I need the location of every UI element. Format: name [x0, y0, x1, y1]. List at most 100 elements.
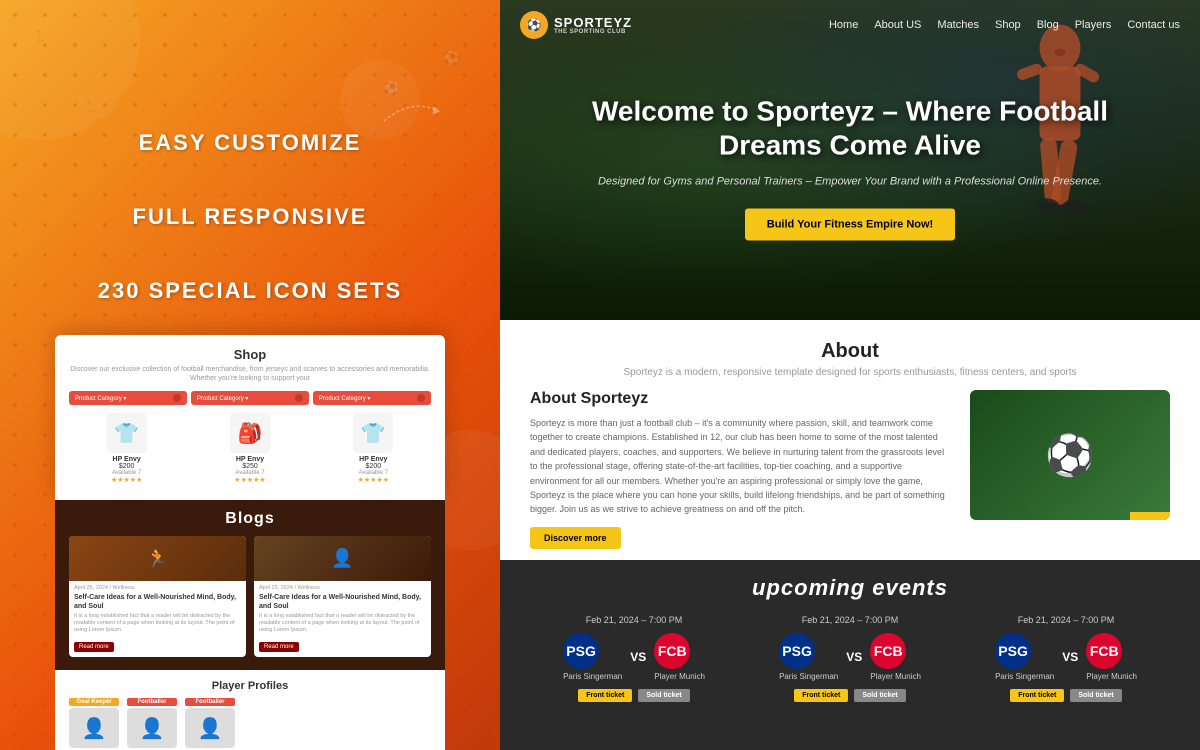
- product-price-1: $200: [69, 463, 184, 470]
- nav-about[interactable]: About US: [874, 19, 921, 31]
- about-section: About Sporteyz is a modern, responsive t…: [500, 320, 1200, 560]
- shop-desc: Discover our exclusive collection of foo…: [69, 365, 431, 383]
- blog-card-text-1: It is a long established fact that a rea…: [74, 613, 241, 634]
- blog-card-text-2: It is a long established fact that a rea…: [259, 613, 426, 634]
- sold-ticket-btn-2[interactable]: Sold ticket: [854, 689, 905, 702]
- left-panel: 🏃 ⚽ 🏃 ⚽ EASY CUSTOMIZE FULL RESPONSIVE 2…: [0, 0, 500, 750]
- event-match-2: PSG Paris Singerman VS FCB Player Munich: [750, 633, 950, 681]
- logo: ⚽ SPORTEYZ THE SPORTING CLUB: [520, 11, 632, 39]
- blog-card-body-2: April 25, 2024 / Wellness Self-Care Idea…: [254, 581, 431, 657]
- logo-icon: ⚽: [520, 11, 548, 39]
- event-tickets-1: Front ticket Sold ticket: [534, 689, 734, 702]
- shop-filter-1[interactable]: Product Category ▾: [69, 391, 187, 405]
- filter-dot: [173, 394, 181, 402]
- list-item: Feb 21, 2024 – 7:00 PM PSG Paris Singerm…: [750, 615, 950, 702]
- event-match-1: PSG Paris Singerman VS FCB Player Munich: [534, 633, 734, 681]
- deco-arrow: [380, 90, 440, 130]
- about-section-sub: Sporteyz is a modern, responsive templat…: [530, 367, 1170, 378]
- blog-cards: 🏃 April 25, 2024 / Wellness Self-Care Id…: [69, 536, 431, 657]
- blog-card-title-2: Self-Care Ideas for a Well-Nourished Min…: [259, 593, 426, 611]
- player-label-2: Footballer: [127, 698, 177, 706]
- player-avatar-3: 👤: [185, 708, 235, 748]
- nav-players[interactable]: Players: [1075, 19, 1112, 31]
- product-image-1: 👕: [107, 413, 147, 453]
- events-section: upcoming events Feb 21, 2024 – 7:00 PM P…: [500, 560, 1200, 750]
- event-match-3: PSG Paris Singerman VS FCB Player Munich: [966, 633, 1166, 681]
- about-text: About Sporteyz Sporteyz is more than jus…: [530, 390, 950, 549]
- blog-title: Blogs: [69, 510, 431, 528]
- team-badge-bay-2: FCB: [870, 633, 906, 669]
- team-name-psg-3: Paris Singerman: [995, 672, 1054, 681]
- feature-icon-sets: 230 SPECIAL ICON SETS: [98, 278, 402, 304]
- team-name-bay-3: Player Munich: [1086, 672, 1137, 681]
- logo-text: SPORTEYZ THE SPORTING CLUB: [554, 16, 632, 35]
- blog-read-more-1[interactable]: Read more: [74, 642, 114, 652]
- vs-text-1: VS: [630, 650, 646, 664]
- blog-header: Blogs: [69, 510, 431, 528]
- blog-card-image-1: 🏃: [69, 536, 246, 581]
- list-item: 🏃 April 25, 2024 / Wellness Self-Care Id…: [69, 536, 246, 657]
- nav-home[interactable]: Home: [829, 19, 858, 31]
- about-img-overlay: [1130, 512, 1170, 520]
- about-content: About Sporteyz Sporteyz is more than jus…: [530, 390, 1170, 549]
- blog-read-more-2[interactable]: Read more: [259, 642, 299, 652]
- feature-full-responsive: FULL RESPONSIVE: [98, 204, 402, 230]
- deco-person-icon: 🏃: [30, 30, 47, 47]
- events-grid: Feb 21, 2024 – 7:00 PM PSG Paris Singerm…: [530, 615, 1170, 702]
- team1-col-1: PSG Paris Singerman: [563, 633, 622, 681]
- players-row: Goal Keeper 👤 Footballer 👤 Footballer 👤: [69, 698, 431, 748]
- vs-text-2: VS: [846, 650, 862, 664]
- about-learn-more-button[interactable]: Discover more: [530, 527, 621, 549]
- feature-easy-customize: EASY CUSTOMIZE: [98, 130, 402, 156]
- team-badge-psg-1: PSG: [563, 633, 599, 669]
- product-price-3: $200: [316, 463, 431, 470]
- product-image-3: 👕: [353, 413, 393, 453]
- hero-content: Welcome to Sporteyz – Where Football Dre…: [590, 94, 1110, 240]
- feature-labels: EASY CUSTOMIZE FULL RESPONSIVE 230 SPECI…: [98, 130, 402, 352]
- team-name-bay-1: Player Munich: [654, 672, 705, 681]
- team-name-psg-2: Paris Singerman: [779, 672, 838, 681]
- about-image-column: ⚽: [970, 390, 1170, 549]
- hero-nav: ⚽ SPORTEYZ THE SPORTING CLUB Home About …: [500, 0, 1200, 50]
- blog-meta-1: April 25, 2024 / Wellness: [74, 585, 241, 591]
- front-ticket-btn-1[interactable]: Front ticket: [578, 689, 632, 702]
- product-stars-2: ★★★★★: [192, 476, 307, 484]
- team-badge-bay-3: FCB: [1086, 633, 1122, 669]
- nav-blog[interactable]: Blog: [1037, 19, 1059, 31]
- front-ticket-btn-2[interactable]: Front ticket: [794, 689, 848, 702]
- player-avatar-1: 👤: [69, 708, 119, 748]
- shop-filter-2[interactable]: Product Category ▾: [191, 391, 309, 405]
- about-section-title: About: [530, 340, 1170, 363]
- team-name-bay-2: Player Munich: [870, 672, 921, 681]
- list-item: 👤 April 25, 2024 / Wellness Self-Care Id…: [254, 536, 431, 657]
- list-item: Feb 21, 2024 – 7:00 PM PSG Paris Singerm…: [966, 615, 1166, 702]
- players-preview: Player Profiles Goal Keeper 👤 Footballer…: [55, 670, 445, 750]
- right-panel: ⚽ SPORTEYZ THE SPORTING CLUB Home About …: [500, 0, 1200, 750]
- vs-text-3: VS: [1062, 650, 1078, 664]
- hero-cta-button[interactable]: Build Your Fitness Empire Now!: [745, 208, 955, 240]
- nav-matches[interactable]: Matches: [937, 19, 979, 31]
- product-name-1: HP Envy: [69, 456, 184, 463]
- event-date-2: Feb 21, 2024 – 7:00 PM: [750, 615, 950, 625]
- logo-sub: THE SPORTING CLUB: [554, 29, 632, 35]
- sold-ticket-btn-1[interactable]: Sold ticket: [638, 689, 689, 702]
- deco-person-icon: ⚽: [443, 50, 460, 67]
- filter-dot: [417, 394, 425, 402]
- team2-col-3: FCB Player Munich: [1086, 633, 1137, 681]
- about-content-title: About Sporteyz: [530, 390, 950, 408]
- filter-dot: [295, 394, 303, 402]
- player-label-3: Footballer: [185, 698, 235, 706]
- nav-shop[interactable]: Shop: [995, 19, 1021, 31]
- deco-circle-1: [0, 0, 140, 140]
- about-image: ⚽: [970, 390, 1170, 520]
- preview-section: Shop Discover our exclusive collection o…: [0, 335, 500, 750]
- shop-filter-3[interactable]: Product Category ▾: [313, 391, 431, 405]
- front-ticket-btn-3[interactable]: Front ticket: [1010, 689, 1064, 702]
- event-date-3: Feb 21, 2024 – 7:00 PM: [966, 615, 1166, 625]
- hero-title: Welcome to Sporteyz – Where Football Dre…: [590, 94, 1110, 161]
- players-title: Player Profiles: [69, 680, 431, 692]
- nav-contact[interactable]: Contact us: [1127, 19, 1180, 31]
- event-tickets-2: Front ticket Sold ticket: [750, 689, 950, 702]
- team2-col-2: FCB Player Munich: [870, 633, 921, 681]
- sold-ticket-btn-3[interactable]: Sold ticket: [1070, 689, 1121, 702]
